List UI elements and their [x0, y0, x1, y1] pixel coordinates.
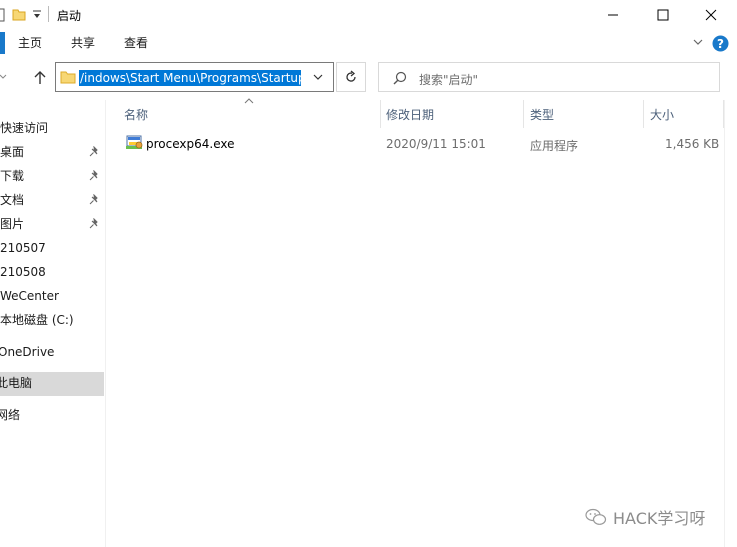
nav-label: 本地磁盘 (C:): [0, 313, 74, 327]
nav-folder-wecenter[interactable]: WeCenter: [0, 285, 104, 307]
tab-home[interactable]: 主页: [18, 34, 42, 54]
refresh-icon: [346, 70, 356, 82]
tab-share[interactable]: 共享: [71, 34, 95, 54]
title-bar: 启动: [0, 0, 737, 30]
wechat-icon: [585, 508, 607, 525]
customize-toolbar-icon[interactable]: [32, 10, 42, 20]
nav-label: 文档: [0, 193, 25, 207]
address-bar[interactable]: /indows\Start Menu\Programs\Startup: [55, 62, 334, 92]
title-separator: [48, 6, 49, 22]
pin-icon: [89, 170, 98, 181]
file-list: 名称 修改日期 类型 大小 procexp64.exe 2020/9/11 15…: [106, 98, 724, 547]
nav-label: 网络: [0, 408, 21, 422]
nav-local-disk-c[interactable]: 本地磁盘 (C:): [0, 309, 104, 331]
pin-icon: [89, 218, 98, 229]
search-icon: [393, 71, 407, 85]
recent-locations-icon[interactable]: [0, 71, 8, 83]
help-icon[interactable]: ?: [712, 35, 729, 52]
nav-onedrive[interactable]: OneDrive: [0, 341, 102, 363]
new-folder-icon[interactable]: [12, 7, 26, 21]
navigation-bar: /indows\Start Menu\Programs\Startup 搜索"启…: [0, 56, 737, 100]
nav-network[interactable]: 网络: [0, 404, 104, 426]
maximize-button[interactable]: [640, 0, 686, 30]
nav-label: 下载: [0, 169, 25, 183]
sort-ascending-icon: [244, 98, 254, 104]
file-size: 1,456 KB: [665, 137, 720, 151]
search-input[interactable]: 搜索"启动": [419, 71, 478, 88]
watermark-text: HACK学习呀: [613, 509, 706, 528]
column-header-date[interactable]: 修改日期: [386, 106, 434, 123]
ribbon-expand-icon[interactable]: [693, 39, 703, 47]
file-row[interactable]: procexp64.exe 2020/9/11 15:01 应用程序 1,456…: [106, 130, 724, 158]
svg-text:?: ?: [717, 37, 724, 51]
folder-icon: [60, 71, 76, 84]
nav-label: 210508: [0, 265, 46, 279]
vertical-scrollbar[interactable]: [724, 100, 737, 547]
address-dropdown-icon[interactable]: [313, 74, 323, 82]
nav-label: 桌面: [0, 145, 25, 159]
maximize-icon: [657, 9, 669, 21]
up-arrow-icon[interactable]: [33, 70, 47, 85]
minimize-button[interactable]: [590, 0, 636, 30]
watermark: HACK学习呀: [585, 505, 705, 529]
nav-downloads[interactable]: 下载: [0, 165, 104, 187]
pin-icon: [89, 146, 98, 157]
properties-icon[interactable]: [0, 8, 6, 22]
nav-folder-210508[interactable]: 210508: [0, 261, 104, 283]
ribbon: 主页 共享 查看 ?: [0, 30, 737, 56]
window-title: 启动: [57, 9, 82, 23]
nav-folder-210507[interactable]: 210507: [0, 237, 104, 259]
process-explorer-app-icon: [126, 135, 143, 149]
pin-icon: [89, 194, 98, 205]
minimize-icon: [608, 14, 618, 16]
close-icon: [705, 9, 717, 21]
search-box[interactable]: 搜索"启动": [378, 62, 720, 92]
column-header-name[interactable]: 名称: [124, 106, 148, 123]
address-path[interactable]: /indows\Start Menu\Programs\Startup: [79, 70, 301, 86]
tab-view[interactable]: 查看: [124, 34, 148, 54]
refresh-button[interactable]: [336, 62, 366, 92]
close-button[interactable]: [688, 0, 734, 30]
file-date: 2020/9/11 15:01: [386, 137, 486, 151]
nav-label: 210507: [0, 241, 46, 255]
nav-this-pc[interactable]: 此电脑: [0, 372, 104, 396]
nav-label: OneDrive: [0, 345, 55, 359]
file-tab[interactable]: [0, 32, 5, 54]
nav-label: 此电脑: [0, 376, 33, 390]
file-type: 应用程序: [530, 139, 579, 153]
nav-desktop[interactable]: 桌面: [0, 141, 104, 163]
column-divider[interactable]: [643, 100, 644, 128]
nav-documents[interactable]: 文档: [0, 189, 104, 211]
column-header-size[interactable]: 大小: [650, 106, 674, 123]
navigation-pane: 快速访问 桌面 下载 文档 图片 210507 210508 WeCenter …: [0, 100, 106, 547]
nav-pictures[interactable]: 图片: [0, 213, 104, 235]
column-divider[interactable]: [380, 100, 381, 128]
nav-quick-access[interactable]: 快速访问: [0, 117, 104, 139]
column-header-type[interactable]: 类型: [530, 106, 554, 123]
nav-label: 快速访问: [0, 121, 49, 135]
column-divider[interactable]: [523, 100, 524, 128]
file-name: procexp64.exe: [146, 137, 235, 151]
nav-label: WeCenter: [0, 289, 59, 303]
nav-label: 图片: [0, 217, 25, 231]
